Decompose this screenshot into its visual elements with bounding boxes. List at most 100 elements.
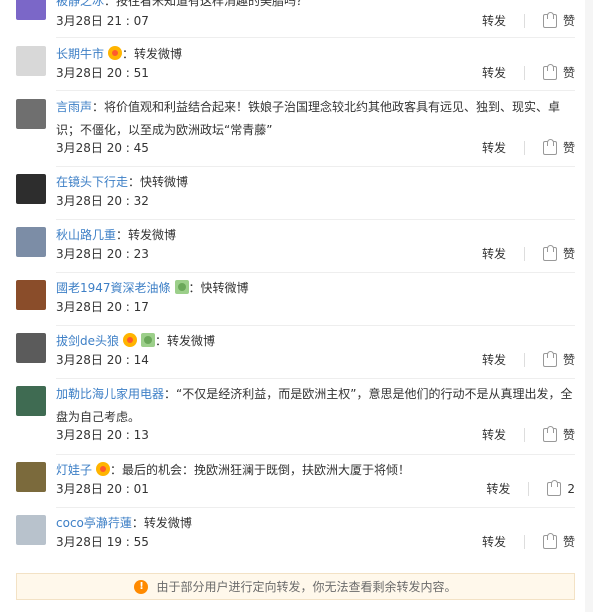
actions: 转发 赞 — [482, 532, 575, 550]
user-link[interactable]: 在镜头下行走 — [56, 175, 128, 189]
user-link[interactable]: 灯娃子 — [56, 463, 92, 477]
forward-button[interactable]: 转发 — [482, 533, 506, 550]
divider — [528, 481, 530, 496]
thumb-up-icon — [542, 425, 557, 442]
actions: 转发 赞 — [482, 63, 575, 81]
forward-button[interactable]: 转发 — [482, 12, 506, 29]
vip-badge-icon — [108, 46, 123, 60]
like-label: 赞 — [562, 66, 575, 80]
restricted-repost-notice: ! 由于部分用户进行定向转发，你无法查看剩余转发内容。 — [16, 573, 575, 600]
comment-text: ：快转微博 — [188, 281, 249, 295]
like-button[interactable]: 赞 — [542, 63, 575, 81]
divider — [56, 166, 575, 167]
comment-content: 言雨声：将价值观和利益结合起来！铁娘子治国理念较北约其他政客具有远见、独到、现实… — [56, 96, 575, 142]
timestamp: 3月28日 20 : 13 — [56, 428, 149, 442]
like-button[interactable]: 赞 — [542, 138, 575, 156]
divider — [56, 272, 575, 273]
comment-content: 拔剑de头狼 ：转发微博 — [56, 330, 575, 353]
scrollbar[interactable] — [585, 0, 593, 612]
divider — [523, 13, 525, 28]
divider — [56, 325, 575, 326]
notice-text: 由于部分用户进行定向转发，你无法查看剩余转发内容。 — [156, 580, 457, 594]
avatar[interactable] — [16, 333, 46, 363]
divider — [523, 534, 525, 549]
actions: 转发 赞 — [482, 244, 575, 262]
forward-label: 转发 — [481, 66, 506, 80]
comment-text: ：转发微博 — [116, 228, 177, 242]
divider — [56, 90, 575, 91]
like-button[interactable]: 赞 — [542, 350, 575, 368]
list-item: 加勒比海儿家用电器：“不仅是经济利益，而是欧洲主权”，意思是他们的行动不是从真理… — [0, 383, 593, 453]
forward-button[interactable]: 转发 — [486, 480, 510, 497]
vip-badge-icon — [123, 333, 138, 347]
like-button[interactable]: 赞 — [542, 11, 575, 29]
divider — [56, 454, 575, 455]
comment-text: ：将价值观和利益结合起来！铁娘子治国理念较北约其他政客具有远见、独到、现实、卓识… — [56, 100, 561, 137]
avatar[interactable] — [16, 0, 46, 20]
like-count: 2 — [567, 481, 575, 496]
avatar[interactable] — [16, 99, 46, 129]
member-icon — [141, 333, 156, 347]
divider — [56, 378, 575, 379]
list-item: 秋山路几重：转发微博 3月28日 20 : 23 转发 赞 — [0, 224, 593, 268]
like-button[interactable]: 赞 — [542, 244, 575, 262]
like-label: 赞 — [562, 14, 575, 28]
list-item: 國老1947資深老油條 ：快转微博 3月28日 20 : 17 — [0, 277, 593, 321]
comment-content: 灯娃子 ：最后的机会：挽欧洲狂澜于既倒，扶欧洲大厦于将倾！ — [56, 459, 575, 482]
divider — [523, 427, 525, 442]
divider — [523, 140, 525, 155]
avatar[interactable] — [16, 462, 46, 492]
like-button[interactable]: 赞 — [542, 532, 575, 550]
comment-content: 秋山路几重：转发微博 — [56, 224, 575, 247]
user-link[interactable]: coco亭瀞荇蓮 — [56, 516, 132, 530]
comment-text: ：转发微博 — [155, 334, 216, 348]
user-link[interactable]: 加勒比海儿家用电器 — [56, 387, 164, 401]
comment-content: 长期牛市 ：转发微博 — [56, 43, 575, 66]
member-icon — [174, 280, 189, 294]
list-item: coco亭瀞荇蓮：转发微博 3月28日 19 : 55 转发 赞 — [0, 512, 593, 556]
forward-label: 转发 — [481, 141, 506, 155]
user-link[interactable]: 言雨声 — [56, 100, 92, 114]
like-label: 赞 — [562, 353, 575, 367]
user-link[interactable]: 被静之冰 — [56, 0, 104, 8]
timestamp: 3月28日 19 : 55 — [56, 535, 149, 549]
thumb-up-icon — [547, 479, 562, 496]
avatar[interactable] — [16, 227, 46, 257]
divider — [523, 65, 525, 80]
thumb-up-icon — [542, 138, 557, 155]
user-link[interactable]: 秋山路几重 — [56, 228, 116, 242]
forward-button[interactable]: 转发 — [482, 245, 506, 262]
forward-button[interactable]: 转发 — [482, 139, 506, 156]
avatar[interactable] — [16, 174, 46, 204]
forward-label: 转发 — [481, 247, 506, 261]
thumb-up-icon — [542, 244, 557, 261]
thumb-up-icon — [542, 350, 557, 367]
forward-button[interactable]: 转发 — [482, 426, 506, 443]
like-button[interactable]: 赞 — [542, 425, 575, 443]
comment-text: ：快转微博 — [128, 175, 189, 189]
timestamp: 3月28日 20 : 51 — [56, 66, 149, 80]
actions: 转发 赞 — [482, 350, 575, 368]
forward-button[interactable]: 转发 — [482, 351, 506, 368]
timestamp: 3月28日 20 : 32 — [56, 194, 149, 208]
comment-text: ：转发微博 — [122, 47, 183, 61]
user-link[interactable]: 拔剑de头狼 — [56, 334, 119, 348]
avatar[interactable] — [16, 280, 46, 310]
user-link[interactable]: 國老1947資深老油條 — [56, 281, 171, 295]
forward-label: 转发 — [481, 14, 506, 28]
thumb-up-icon — [542, 63, 557, 80]
comment-text: ：转发微博 — [131, 516, 192, 530]
avatar[interactable] — [16, 515, 46, 545]
like-button[interactable]: 2 — [547, 479, 575, 496]
comment-text: ：按往看米知道有这样消趣的美脂吗？ — [104, 0, 309, 8]
avatar[interactable] — [16, 46, 46, 76]
comment-content: 加勒比海儿家用电器：“不仅是经济利益，而是欧洲主权”，意思是他们的行动不是从真理… — [56, 383, 575, 429]
avatar[interactable] — [16, 386, 46, 416]
timestamp: 3月28日 20 : 23 — [56, 247, 149, 261]
thumb-up-icon — [542, 11, 557, 28]
forward-button[interactable]: 转发 — [482, 64, 506, 81]
thumb-up-icon — [542, 532, 557, 549]
user-link[interactable]: 长期牛市 — [56, 47, 104, 61]
divider — [523, 246, 525, 261]
divider — [523, 352, 525, 367]
